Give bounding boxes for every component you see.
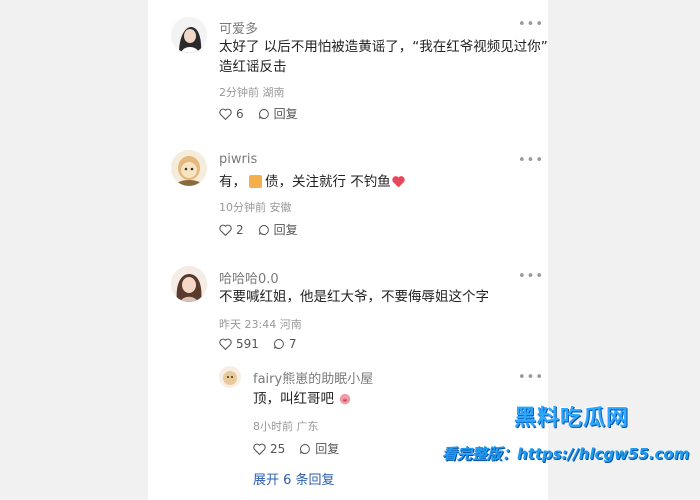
reply-text-content: 顶，叫红哥吧: [253, 391, 334, 407]
comment-bubble-icon: [258, 108, 269, 119]
username[interactable]: piwris: [219, 152, 257, 167]
like-count: 25: [270, 441, 286, 456]
watermark-url: 看完整版：https://hlcgw55.com: [442, 445, 690, 463]
avatar-image: [219, 366, 241, 388]
more-options-button[interactable]: •••: [518, 154, 544, 167]
avatar-image: [171, 150, 207, 186]
like-button[interactable]: 6: [219, 107, 244, 121]
comment-meta: 昨天 23:44 河南: [219, 318, 302, 331]
heart-icon: [219, 224, 232, 236]
like-button[interactable]: 591: [219, 337, 259, 351]
comment-actions: 591 7: [219, 337, 311, 351]
avatar[interactable]: [171, 266, 207, 302]
reply-count: 7: [288, 337, 297, 351]
reply-meta: 8小时前 广东: [253, 420, 319, 433]
like-button[interactable]: 2: [219, 223, 244, 237]
username[interactable]: 可爱多: [219, 18, 258, 37]
comment-bubble-icon: [300, 443, 311, 454]
comment-text: 不要喊红姐，他是红大爷，不要侮辱姐这个字: [219, 289, 489, 305]
avatar[interactable]: [219, 366, 241, 388]
pig-emoji-icon: [340, 393, 351, 405]
like-button[interactable]: 25: [253, 442, 285, 456]
comment-bubble-icon: [273, 338, 284, 349]
watermark-brand: 黑料吃瓜网: [514, 406, 630, 431]
username[interactable]: 哈哈哈0.0: [219, 268, 279, 287]
avatar-image: [171, 17, 207, 53]
comment-text-part: 债，关注就行 不钓鱼: [265, 174, 391, 190]
comment-meta: 2分钟前 湖南: [219, 86, 285, 99]
reply-button[interactable]: 回复: [258, 221, 298, 238]
avatar[interactable]: [171, 17, 207, 53]
comment-actions: 6 回复: [219, 105, 312, 122]
expand-replies-link[interactable]: 展开 6 条回复: [253, 469, 335, 488]
comment-text-line2: 造红谣反击: [219, 59, 287, 75]
more-options-button[interactable]: •••: [518, 371, 544, 384]
comment-text-line1: 太好了 以后不用怕被造黄谣了，“我在红爷视频见过你”: [219, 39, 548, 55]
comment-bubble-icon: [258, 224, 269, 235]
reply-button[interactable]: 回复: [299, 440, 339, 457]
reply-label: 回复: [315, 442, 340, 456]
heart-icon: [219, 108, 232, 120]
avatar[interactable]: [171, 150, 207, 186]
comment-panel: 可爱多 ••• 太好了 以后不用怕被造黄谣了，“我在红爷视频见过你” 造红谣反击…: [148, 0, 548, 500]
heart-icon: [219, 338, 232, 350]
comment-meta: 10分钟前 安徽: [219, 201, 292, 214]
avatar-image: [171, 266, 207, 302]
replies-button[interactable]: 7: [273, 337, 297, 351]
like-count: 2: [236, 222, 244, 237]
comment-text: 有， 债，关注就行 不钓鱼: [219, 171, 406, 193]
reply-label: 回复: [273, 223, 298, 237]
more-options-button[interactable]: •••: [518, 270, 544, 283]
emoji-sticker-icon: [249, 175, 262, 188]
username[interactable]: fairy熊崽的助眠小屋: [253, 368, 373, 387]
comment-text-part: 有，: [219, 174, 246, 190]
red-heart-emoji-icon: [392, 176, 405, 188]
reply-label: 回复: [273, 107, 298, 121]
heart-icon: [253, 443, 266, 455]
reply-button[interactable]: 回复: [258, 105, 298, 122]
comment-actions: 2 回复: [219, 221, 312, 238]
reply-text: 顶，叫红哥吧: [253, 388, 352, 410]
more-options-button[interactable]: •••: [518, 18, 544, 31]
like-count: 591: [236, 337, 259, 351]
reply-actions: 25 回复: [253, 440, 353, 457]
like-count: 6: [236, 106, 244, 121]
